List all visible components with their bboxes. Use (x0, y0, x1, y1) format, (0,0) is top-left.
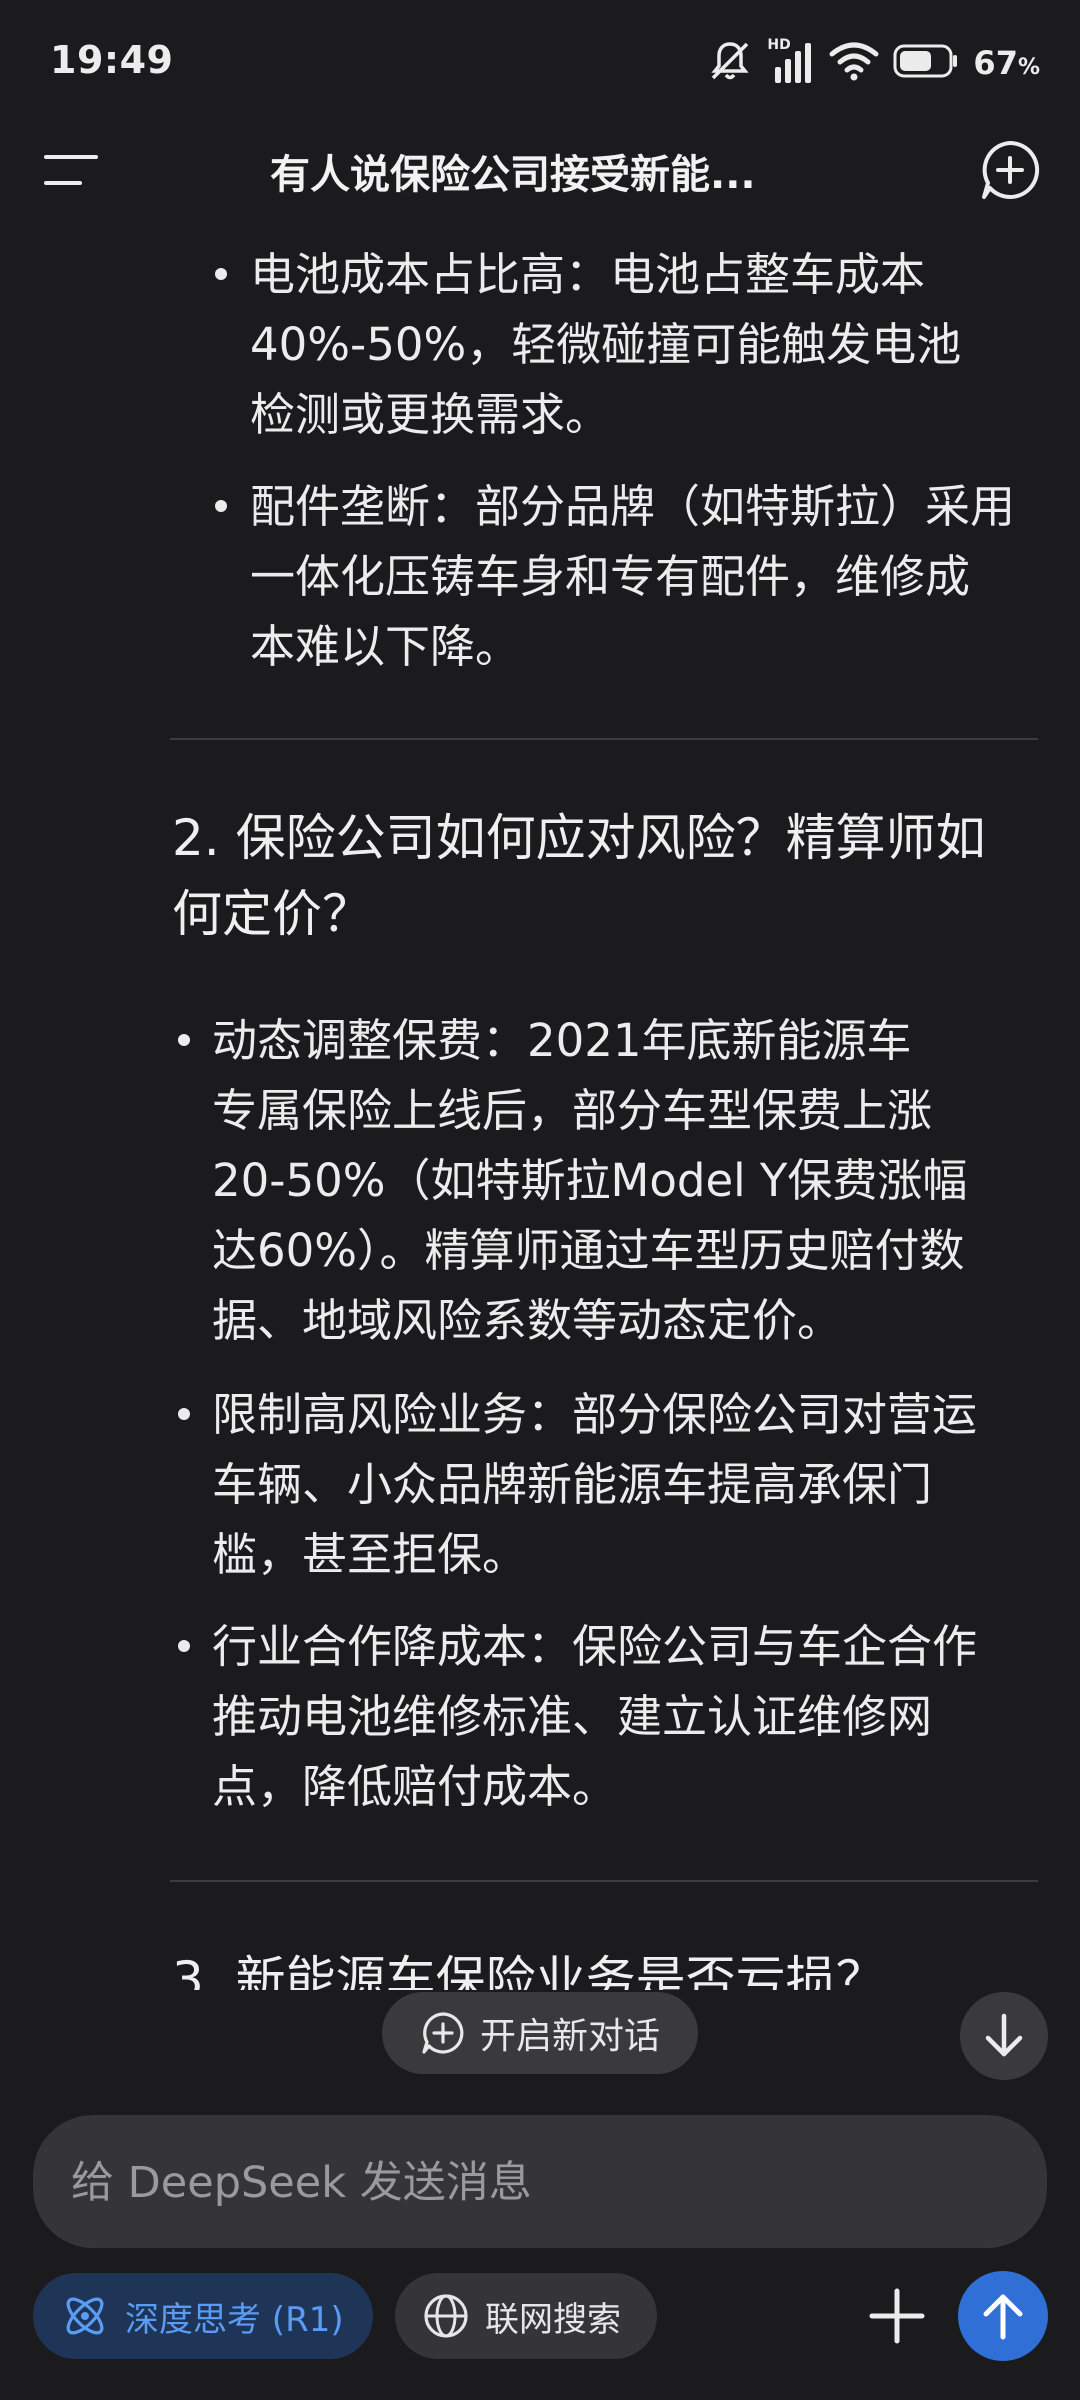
battery-icon (893, 43, 959, 83)
deep-think-toggle[interactable]: 深度思考 (R1) (33, 2273, 373, 2359)
status-time: 19:49 (50, 38, 174, 82)
new-chat-icon (422, 2012, 464, 2054)
message-content: 电池成本占比高：电池占整车成本 40%-50%，轻微碰撞可能触发电池 检测或更换… (0, 230, 1080, 1990)
section-divider (170, 738, 1038, 740)
bullet-dot (215, 268, 227, 280)
message-composer (33, 2115, 1047, 2250)
new-chat-label: 开启新对话 (479, 2016, 660, 2057)
menu-icon (44, 155, 98, 185)
status-bar: 19:49 HD 67% (0, 0, 1080, 120)
bullet-dot (215, 500, 227, 512)
list-item: 配件垄断：部分品牌（如特斯拉）采用 一体化压铸车身和专有配件，维修成 本难以下降… (250, 480, 1016, 673)
list-item: 限制高风险业务：部分保险公司对营运 车辆、小众品牌新能源车提高承保门 槛，甚至拒… (212, 1388, 978, 1581)
list-item: 动态调整保费：2021年底新能源车 专属保险上线后，部分车型保费上涨 20-50… (212, 1014, 968, 1347)
message-input[interactable] (69, 2115, 1013, 2250)
mute-bell-icon (707, 38, 753, 88)
new-chat-button[interactable]: 开启新对话 (382, 1992, 698, 2074)
menu-button[interactable] (42, 147, 100, 193)
chat-title: 有人说保险公司接受新能... (270, 152, 756, 198)
globe-icon (424, 2294, 468, 2338)
arrow-down-icon (985, 2013, 1023, 2057)
wifi-icon (829, 41, 879, 85)
bullet-dot (178, 1408, 190, 1420)
list-item: 电池成本占比高：电池占整车成本 40%-50%，轻微碰撞可能触发电池 检测或更换… (250, 248, 962, 441)
scroll-to-bottom-button[interactable] (960, 1992, 1048, 2080)
section-heading: 3. 新能源车保险业务是否亏损？ (172, 1951, 886, 1990)
bullet-dot (178, 1034, 190, 1046)
section-heading: 2. 保险公司如何应对风险？精算师如 何定价？ (172, 809, 986, 943)
app-header: 有人说保险公司接受新能... (0, 120, 1080, 220)
section-divider (170, 1880, 1038, 1882)
new-chat-header-button[interactable] (978, 138, 1042, 202)
signal-icon: HD (767, 37, 815, 85)
plus-icon (869, 2288, 925, 2344)
arrow-up-icon (983, 2294, 1023, 2340)
deep-think-label: 深度思考 (R1) (125, 2299, 344, 2340)
status-icons: HD 67% (707, 37, 1040, 88)
battery-percent: 67% (973, 44, 1040, 82)
bullet-dot (178, 1640, 190, 1652)
web-search-label: 联网搜索 (485, 2299, 621, 2340)
new-chat-icon (982, 140, 1040, 199)
send-button[interactable] (958, 2271, 1048, 2361)
list-item: 行业合作降成本：保险公司与车企合作 推动电池维修标准、建立认证维修网 点，降低赔… (212, 1620, 978, 1813)
attach-button[interactable] (862, 2281, 932, 2351)
web-search-toggle[interactable]: 联网搜索 (395, 2273, 657, 2359)
atom-icon (66, 2297, 104, 2335)
